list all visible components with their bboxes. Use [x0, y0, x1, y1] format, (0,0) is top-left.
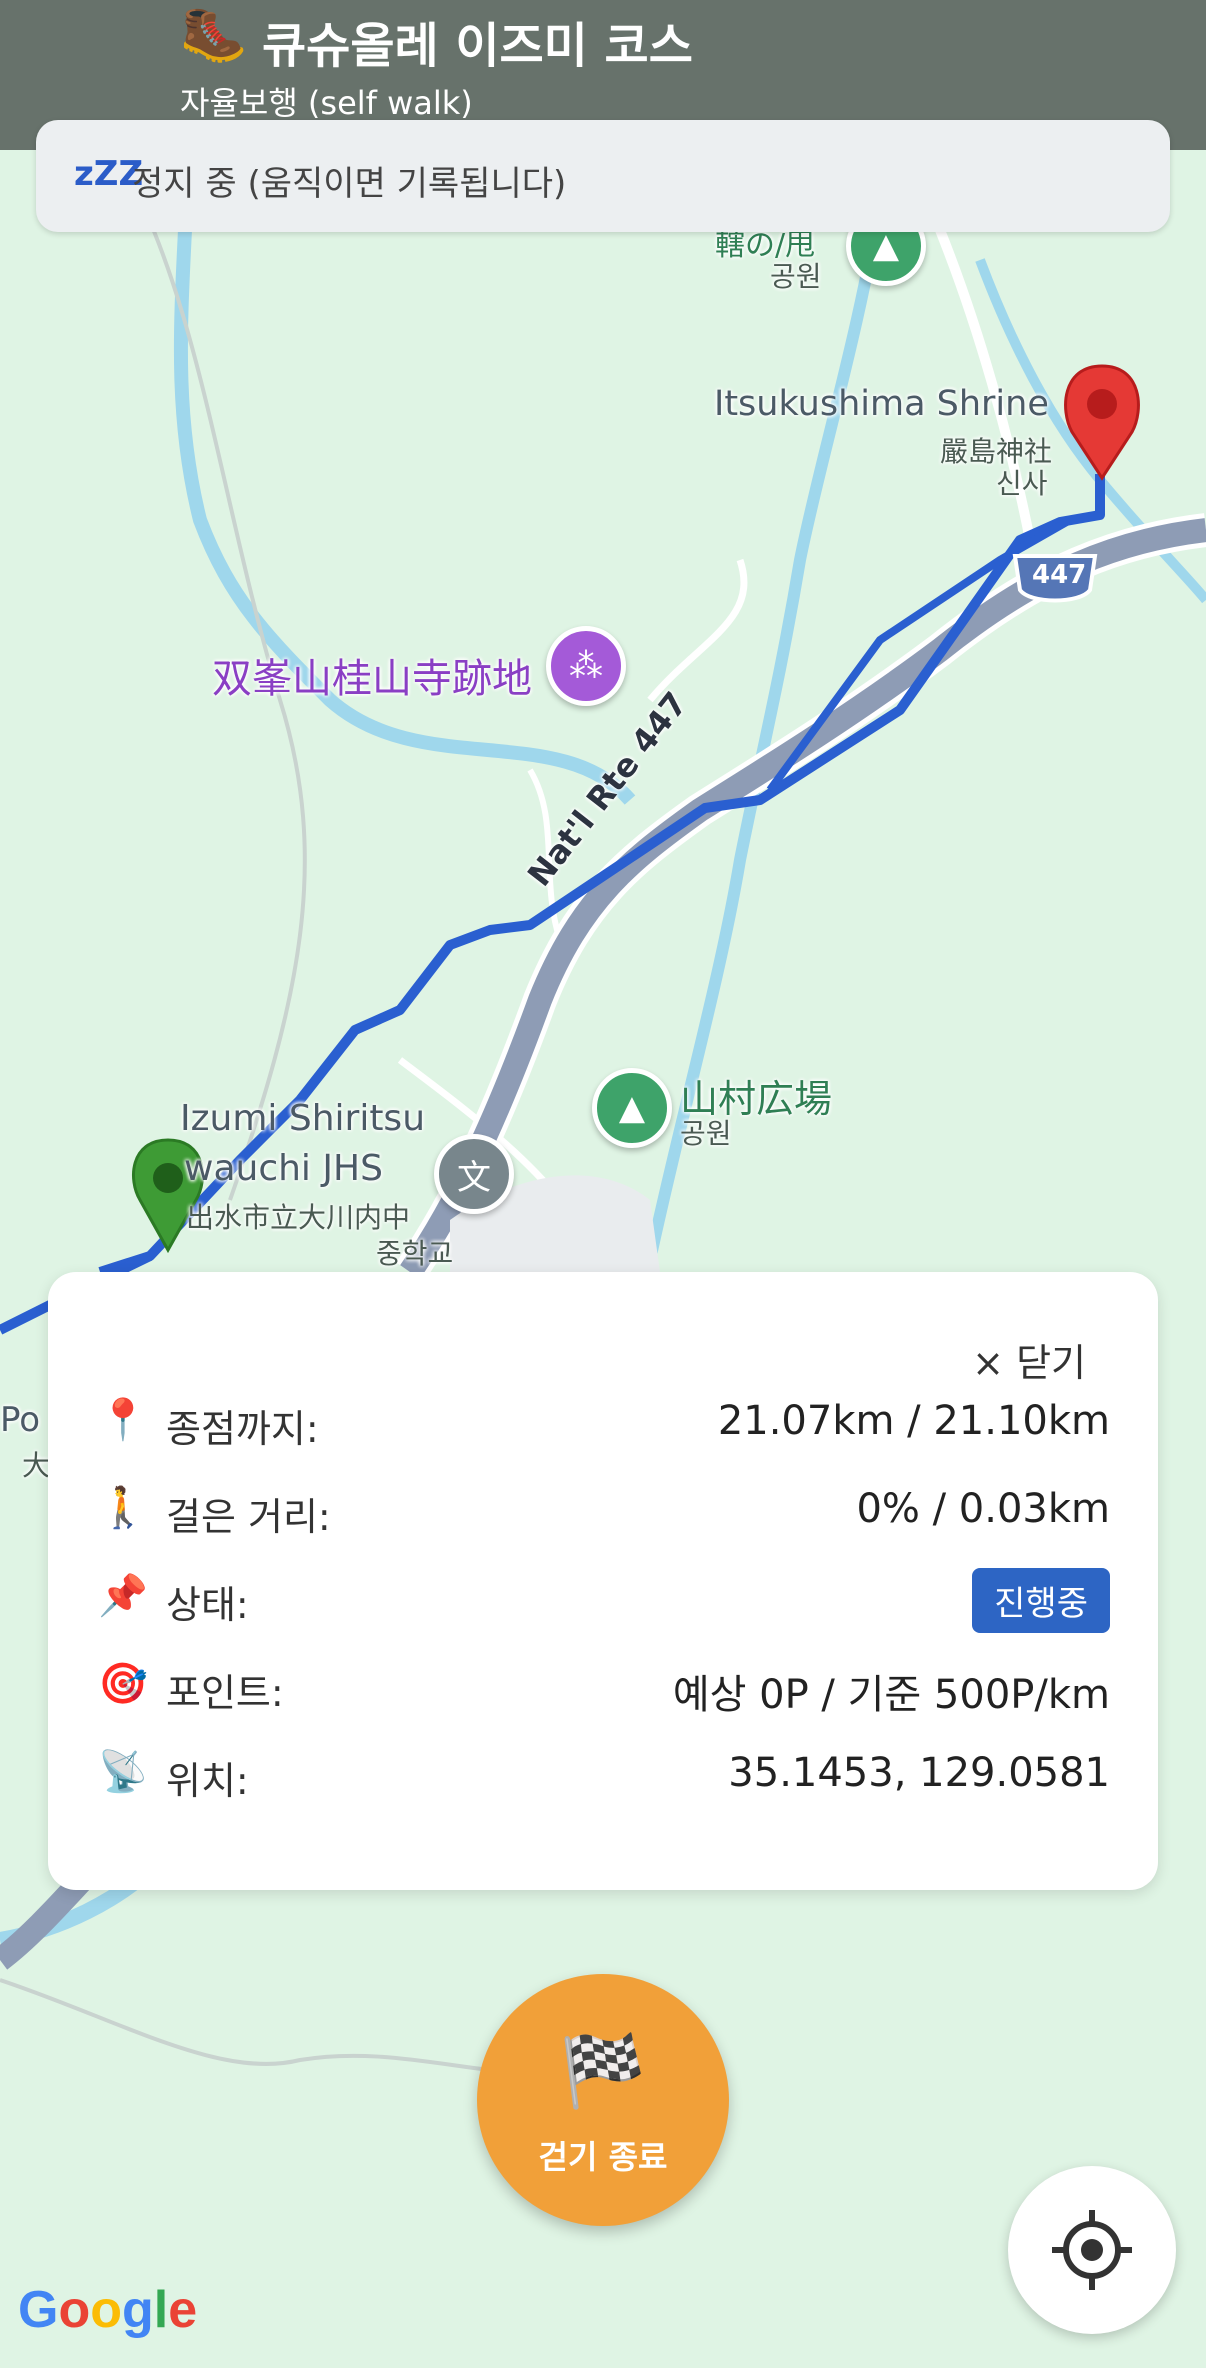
info-label: 걸은 거리: [166, 1495, 331, 1539]
info-label: 포인트: [166, 1671, 284, 1715]
close-button[interactable]: × 닫기 [972, 1332, 1086, 1387]
walking-person-icon: 🚶 [98, 1485, 148, 1531]
info-row-walked: 🚶 걸은 거리: 0% / 0.03km [98, 1480, 1110, 1540]
checkered-flag-icon: 🏁 [559, 2030, 647, 2112]
info-value: 35.1453, 129.0581 [728, 1750, 1110, 1796]
map-label-park-top-sub: 공원 [770, 260, 822, 293]
map-label-left-partial-jp: 大 [22, 1449, 51, 1482]
info-value: 예상 0P / 기준 500P/km [672, 1672, 1110, 1718]
temple-icon[interactable]: ⁂ [546, 626, 626, 706]
page-title: 큐슈올레 이즈미 코스 [262, 18, 693, 74]
info-row-points: 🎯 포인트: 예상 0P / 기준 500P/km [98, 1656, 1110, 1718]
national-road-447 [400, 518, 1206, 1279]
target-icon: 🎯 [98, 1661, 148, 1707]
map-label-shrine-ko: 신사 [996, 467, 1048, 500]
info-value: 21.07km / 21.10km [717, 1398, 1110, 1444]
map-label-school-ko: 중학교 [376, 1237, 454, 1270]
finish-walk-button[interactable]: 🏁 걷기 종료 [477, 1974, 729, 2226]
map-label-temple: 双峯山桂山寺跡地 [212, 656, 532, 702]
crosshair-icon [1052, 2210, 1132, 2290]
map-label-school-jp: 出水市立大川内中 [186, 1201, 411, 1234]
info-row-status: 📌 상태: 진행중 [98, 1568, 1110, 1633]
pushpin-icon: 📌 [98, 1573, 148, 1619]
satellite-dish-icon: 📡 [98, 1749, 148, 1795]
info-label: 위치: [166, 1759, 249, 1803]
finish-walk-label: 걷기 종료 [538, 2138, 668, 2176]
page-subtitle: 자율보행 (self walk) [180, 84, 473, 122]
status-badge: 진행중 [972, 1568, 1110, 1633]
info-value: 0% / 0.03km [856, 1486, 1110, 1532]
info-row-remaining: 📍 종점까지: 21.07km / 21.10km [98, 1392, 1110, 1452]
park-icon[interactable]: ▲ [592, 1068, 672, 1148]
info-label: 종점까지: [166, 1407, 319, 1451]
school-icon[interactable]: 文 [434, 1134, 514, 1214]
map-label-school-en-2: wauchi JHS [184, 1148, 383, 1189]
map-label-shrine-en: Itsukushima Shrine [714, 384, 1049, 424]
hiking-boot-icon: 🥾 [180, 2, 248, 65]
walk-info-card: × 닫기 📍 종점까지: 21.07km / 21.10km 🚶 걸은 거리: … [48, 1272, 1158, 1890]
map-label-school-en-1: Izumi Shiritsu [180, 1098, 426, 1139]
my-location-button[interactable] [1008, 2166, 1176, 2334]
status-bar: zZZ 정지 중 (움직이면 기록됩니다) [36, 120, 1170, 232]
road-outline [396, 513, 1206, 1282]
river [173, 229, 636, 805]
map-label-left-partial: Po [0, 1400, 41, 1440]
info-label: 상태: [166, 1583, 249, 1627]
status-text: 정지 중 (움직이면 기록됩니다) [132, 164, 567, 204]
google-logo: Google [18, 2281, 198, 2339]
pin-icon: 📍 [98, 1397, 148, 1443]
route-shield-number: 447 [1032, 560, 1087, 590]
info-row-location: 📡 위치: 35.1453, 129.0581 [98, 1744, 1110, 1804]
map-label-plaza-sub: 공원 [680, 1117, 732, 1150]
end-pin-icon [1064, 364, 1140, 481]
